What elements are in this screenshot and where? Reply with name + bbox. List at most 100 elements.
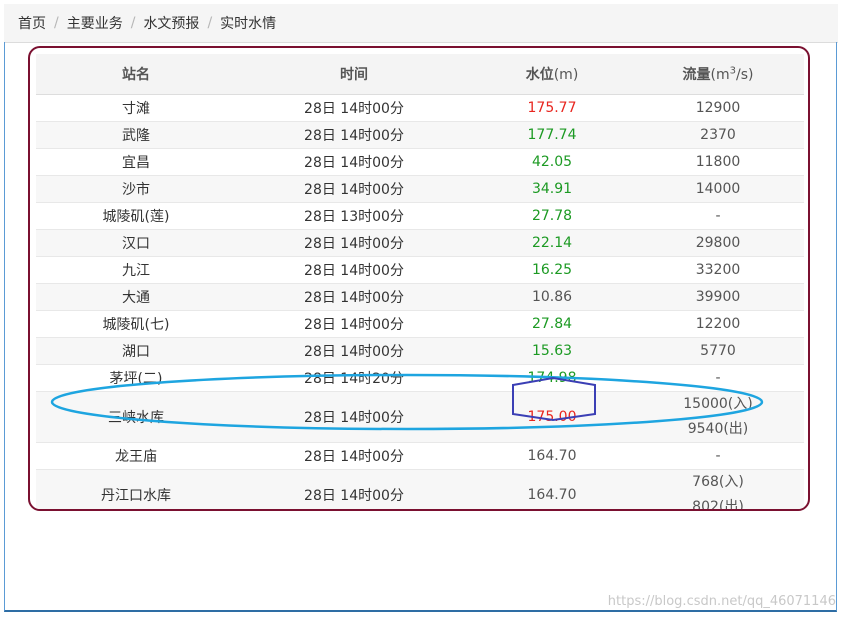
cell-time: 28日 14时00分: [236, 310, 472, 338]
cell-time: 28日 14时00分: [236, 94, 472, 122]
cell-station: 九江: [36, 256, 236, 284]
cell-flow: 39900: [632, 283, 804, 311]
table-row: 汉口 28日 14时00分 22.14 29800: [36, 229, 804, 257]
header-water-level: 水位(m): [472, 54, 632, 95]
cell-station: 沙市: [36, 175, 236, 203]
cell-time: 28日 14时00分: [236, 469, 472, 509]
cell-time: 28日 14时00分: [236, 229, 472, 257]
cell-water-level: 174.98: [472, 364, 632, 392]
cell-time: 28日 14时00分: [236, 256, 472, 284]
cell-flow: 29800: [632, 229, 804, 257]
cell-flow: 33200: [632, 256, 804, 284]
cell-flow: -: [632, 202, 804, 230]
flow-value: 2370: [700, 126, 736, 143]
cell-water-level: 27.78: [472, 202, 632, 230]
header-water-level-unit: (m): [553, 67, 579, 83]
flow-value: 12900: [695, 99, 741, 116]
flow-value: 39900: [695, 288, 741, 305]
breadcrumb-separator: /: [54, 15, 59, 31]
table-annotation-frame: 站名 时间 水位(m) 流量(m3/s) 寸滩 28日 14时00分 175.77 1…: [28, 46, 810, 511]
flow-value: -: [715, 369, 721, 386]
cell-flow: 12900: [632, 94, 804, 122]
breadcrumb-separator: /: [130, 15, 136, 31]
header-time: 时间: [236, 54, 472, 95]
cell-station: 宜昌: [36, 148, 236, 176]
water-level-table: 站名 时间 水位(m) 流量(m3/s) 寸滩 28日 14时00分 175.77 1…: [36, 54, 804, 511]
cell-time: 28日 14时00分: [236, 391, 472, 443]
table-row: 沙市 28日 14时00分 34.91 14000: [36, 175, 804, 203]
watermark: https://blog.csdn.net/qq_46071146: [607, 594, 836, 609]
table-header-row: 站名 时间 水位(m) 流量(m3/s): [36, 54, 804, 95]
flow-value: 11800: [695, 153, 741, 170]
cell-station: 湖口: [36, 337, 236, 365]
cell-water-level: 22.14: [472, 229, 632, 257]
cell-flow: 15000(入) 9540(出): [632, 391, 804, 443]
cell-station: 城陵矶(莲): [36, 202, 236, 230]
flow-value: 768(入): [692, 474, 744, 490]
table-row: 湖口 28日 14时00分 15.63 5770: [36, 337, 804, 365]
cell-station: 寸滩: [36, 94, 236, 122]
cell-time: 28日 14时00分: [236, 337, 472, 365]
table-row: 九江 28日 14时00分 16.25 33200: [36, 256, 804, 284]
breadcrumb-item[interactable]: 水文预报: [135, 13, 199, 33]
header-water-level-label: 水位: [525, 67, 554, 83]
cell-station: 龙王庙: [36, 442, 236, 470]
cell-station: 汉口: [36, 229, 236, 257]
cell-water-level: 10.86: [472, 283, 632, 311]
cell-time: 28日 14时00分: [236, 283, 472, 311]
cell-water-level: 15.63: [472, 337, 632, 365]
cell-station: 武隆: [36, 121, 236, 149]
breadcrumb: 首页 / 主要业务 / 水文预报 / 实时水情: [4, 4, 838, 43]
header-flow: 流量(m3/s): [632, 54, 804, 95]
cell-station: 城陵矶(七): [36, 310, 236, 338]
flow-value: -: [715, 207, 721, 224]
cell-station: 丹江口水库: [36, 469, 236, 509]
flow-value: 802(出): [692, 499, 744, 511]
flow-value: 14000: [695, 180, 741, 197]
flow-value: 15000(入): [683, 396, 753, 412]
flow-value: 12200: [695, 315, 741, 332]
cell-water-level: 175.00: [472, 391, 632, 443]
header-flow-unit: (m3/s): [710, 65, 754, 83]
cell-flow: -: [632, 442, 804, 470]
flow-value: 29800: [695, 234, 741, 251]
table-row: 城陵矶(莲) 28日 13时00分 27.78 -: [36, 202, 804, 230]
cell-flow: 5770: [632, 337, 804, 365]
cell-flow: 11800: [632, 148, 804, 176]
cell-time: 28日 14时00分: [236, 148, 472, 176]
flow-value: 5770: [700, 342, 736, 359]
cell-time: 28日 14时00分: [236, 442, 472, 470]
cell-water-level: 164.70: [472, 442, 632, 470]
cell-flow: 768(入) 802(出): [632, 469, 804, 511]
table-row: 大通 28日 14时00分 10.86 39900: [36, 283, 804, 311]
table-row: 武隆 28日 14时00分 177.74 2370: [36, 121, 804, 149]
cell-flow: 2370: [632, 121, 804, 149]
table-row: 丹江口水库 28日 14时00分 164.70 768(入) 802(出): [36, 469, 804, 511]
header-station: 站名: [36, 54, 236, 95]
flow-value: 33200: [695, 261, 741, 278]
cell-water-level: 16.25: [472, 256, 632, 284]
cell-flow: -: [632, 364, 804, 392]
table-row: 城陵矶(七) 28日 14时00分 27.84 12200: [36, 310, 804, 338]
breadcrumb-item[interactable]: 首页: [4, 13, 46, 33]
cell-time: 28日 14时20分: [236, 364, 472, 392]
header-flow-label: 流量: [682, 67, 711, 83]
cell-time: 28日 14时00分: [236, 121, 472, 149]
breadcrumb-item[interactable]: 主要业务: [59, 13, 123, 33]
flow-value: 9540(出): [687, 421, 749, 437]
table-row: 宜昌 28日 14时00分 42.05 11800: [36, 148, 804, 176]
table-row: 三峡水库 28日 14时00分 175.00 15000(入) 9540(出): [36, 391, 804, 443]
cell-time: 28日 14时00分: [236, 175, 472, 203]
table-row: 茅坪(二) 28日 14时20分 174.98 -: [36, 364, 804, 392]
breadcrumb-separator: /: [207, 15, 213, 31]
cell-flow: 12200: [632, 310, 804, 338]
cell-station: 大通: [36, 283, 236, 311]
cell-station: 三峡水库: [36, 391, 236, 443]
cell-flow: 14000: [632, 175, 804, 203]
cell-water-level: 177.74: [472, 121, 632, 149]
cell-station: 茅坪(二): [36, 364, 236, 392]
cell-water-level: 175.77: [472, 94, 632, 122]
cell-water-level: 34.91: [472, 175, 632, 203]
table-row: 龙王庙 28日 14时00分 164.70 -: [36, 442, 804, 470]
table-row: 寸滩 28日 14时00分 175.77 12900: [36, 94, 804, 122]
